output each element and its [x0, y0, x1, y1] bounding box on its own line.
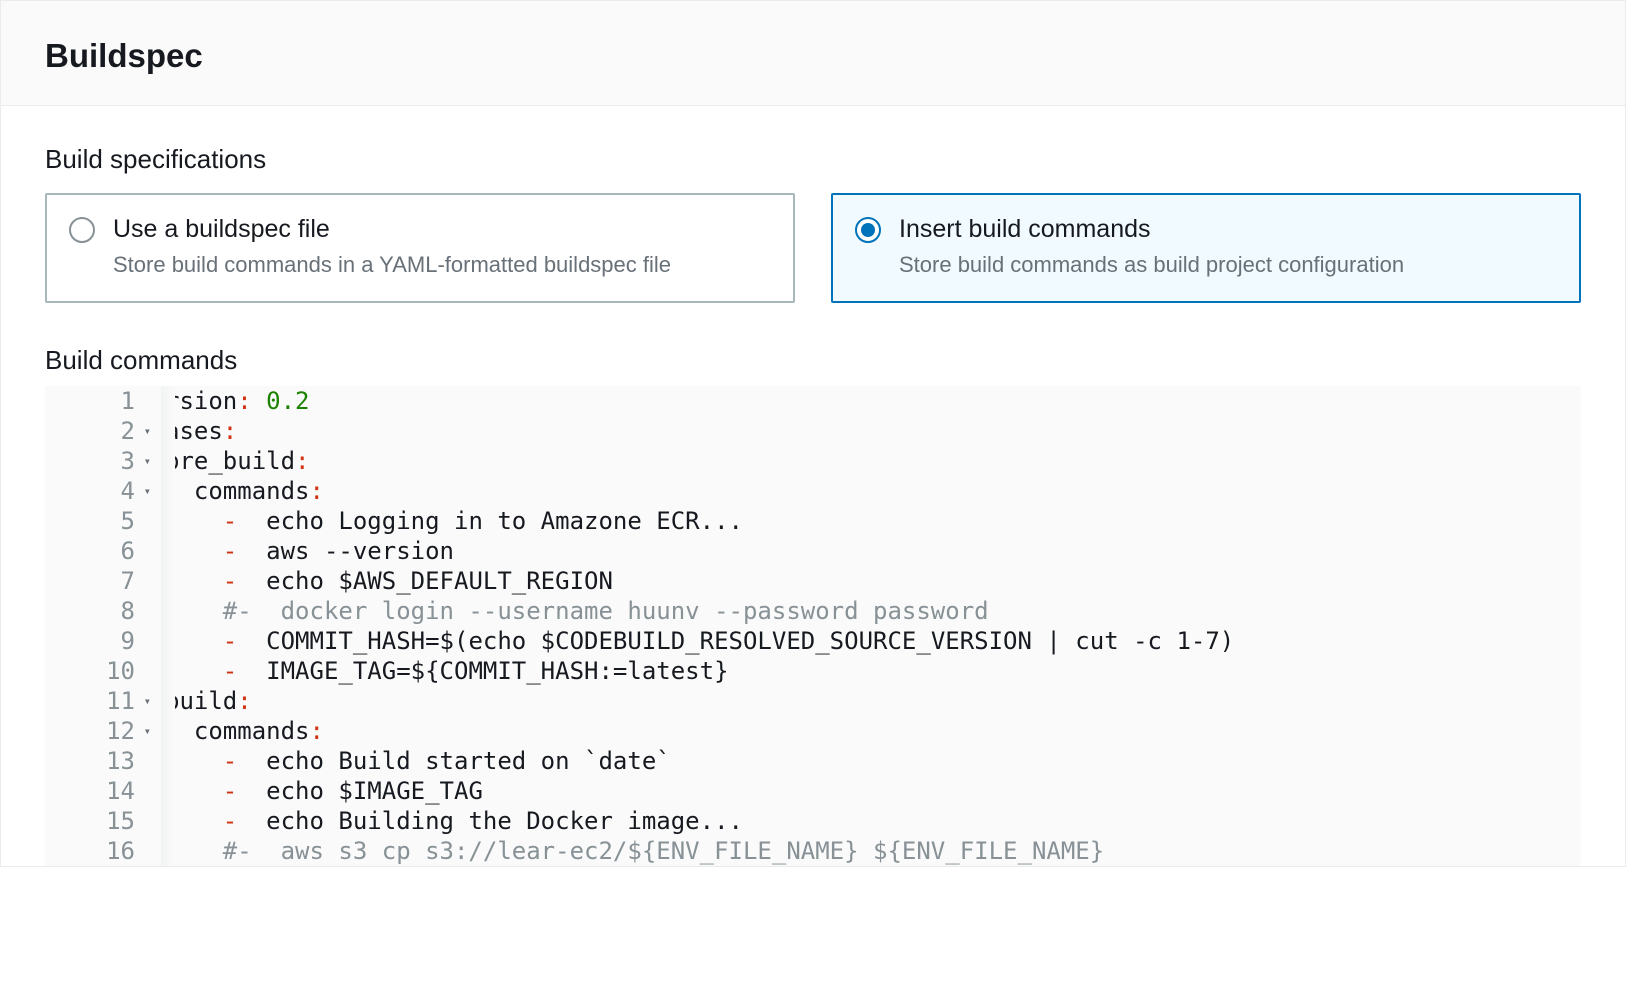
gutter-line: 13: [45, 746, 151, 776]
panel-title: Buildspec: [45, 37, 1581, 75]
radio-desc: Store build commands as build project co…: [899, 250, 1557, 280]
code-line[interactable]: #- aws s3 cp s3://lear-ec2/${ENV_FILE_NA…: [165, 836, 1581, 866]
gutter-line: 8: [45, 596, 151, 626]
gutter-line: 5: [45, 506, 151, 536]
code-line[interactable]: - echo $AWS_DEFAULT_REGION: [165, 566, 1581, 596]
fold-arrow-icon[interactable]: ▾: [139, 686, 151, 716]
code-line[interactable]: - echo Building the Docker image...: [165, 806, 1581, 836]
gutter-line: 11▾: [45, 686, 151, 716]
panel-body: Build specifications Use a buildspec fil…: [1, 106, 1625, 866]
radio-icon: [855, 217, 881, 243]
build-commands-label: Build commands: [45, 345, 1581, 376]
code-line[interactable]: build:: [165, 686, 1581, 716]
code-line[interactable]: - echo Build started on `date`: [165, 746, 1581, 776]
radio-use-buildspec-file[interactable]: Use a buildspec file Store build command…: [45, 193, 795, 303]
gutter-line: 3▾: [45, 446, 151, 476]
radio-desc: Store build commands in a YAML-formatted…: [113, 250, 771, 280]
editor-gutter: 12▾3▾4▾567891011▾12▾13141516: [45, 386, 161, 866]
gutter-line: 9: [45, 626, 151, 656]
fold-arrow-icon[interactable]: ▾: [139, 476, 151, 506]
gutter-line: 15: [45, 806, 151, 836]
radio-icon: [69, 217, 95, 243]
radio-title: Use a buildspec file: [113, 213, 771, 246]
build-specifications-label: Build specifications: [45, 144, 1581, 175]
code-line[interactable]: - echo Logging in to Amazone ECR...: [165, 506, 1581, 536]
gutter-line: 10: [45, 656, 151, 686]
editor-code[interactable]: rsion: 0.2ases:pre_build: commands: - ec…: [161, 386, 1581, 866]
fold-arrow-icon[interactable]: ▾: [139, 716, 151, 746]
gutter-line: 4▾: [45, 476, 151, 506]
code-line[interactable]: - echo $IMAGE_TAG: [165, 776, 1581, 806]
code-line[interactable]: ases:: [165, 416, 1581, 446]
buildspec-panel: Buildspec Build specifications Use a bui…: [0, 0, 1626, 867]
fold-arrow-icon[interactable]: ▾: [139, 416, 151, 446]
build-specifications-options: Use a buildspec file Store build command…: [45, 193, 1581, 303]
code-line[interactable]: pre_build:: [165, 446, 1581, 476]
code-line[interactable]: #- docker login --username huunv --passw…: [165, 596, 1581, 626]
radio-insert-build-commands[interactable]: Insert build commands Store build comman…: [831, 193, 1581, 303]
gutter-line: 2▾: [45, 416, 151, 446]
code-line[interactable]: commands:: [165, 716, 1581, 746]
code-line[interactable]: - IMAGE_TAG=${COMMIT_HASH:=latest}: [165, 656, 1581, 686]
fold-arrow-icon[interactable]: ▾: [139, 446, 151, 476]
code-line[interactable]: rsion: 0.2: [165, 386, 1581, 416]
gutter-line: 7: [45, 566, 151, 596]
gutter-line: 16: [45, 836, 151, 866]
build-commands-editor[interactable]: 12▾3▾4▾567891011▾12▾13141516 rsion: 0.2a…: [45, 386, 1581, 866]
gutter-line: 1: [45, 386, 151, 416]
gutter-line: 6: [45, 536, 151, 566]
code-line[interactable]: - COMMIT_HASH=$(echo $CODEBUILD_RESOLVED…: [165, 626, 1581, 656]
gutter-line: 14: [45, 776, 151, 806]
code-line[interactable]: - aws --version: [165, 536, 1581, 566]
code-line[interactable]: commands:: [165, 476, 1581, 506]
gutter-line: 12▾: [45, 716, 151, 746]
radio-title: Insert build commands: [899, 213, 1557, 246]
panel-header: Buildspec: [1, 1, 1625, 106]
